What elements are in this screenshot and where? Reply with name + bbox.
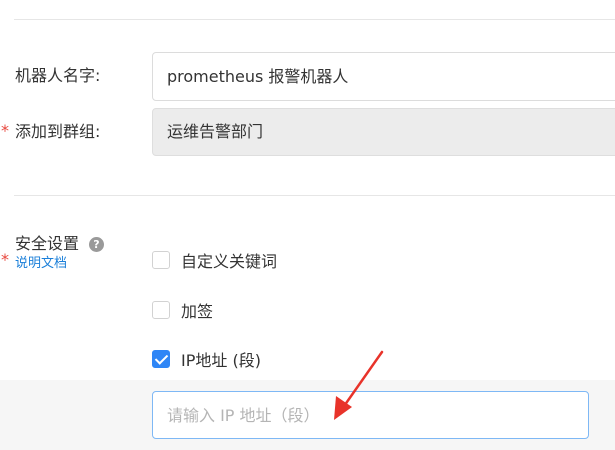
robot-name-input[interactable]: prometheus 报警机器人 (152, 52, 615, 101)
robot-settings-page: 机器人名字: prometheus 报警机器人 * 添加到群组: 运维告警部门 … (0, 0, 615, 450)
security-settings-label: 安全设置 (15, 234, 80, 253)
option-label: IP地址 (段) (181, 351, 261, 370)
option-ip-address[interactable]: IP地址 (段) (152, 348, 261, 370)
option-label: 加签 (181, 302, 214, 321)
checkbox[interactable] (152, 301, 170, 319)
option-label: 自定义关键词 (181, 252, 278, 271)
doc-link[interactable]: 说明文档 (15, 256, 67, 272)
section-divider (14, 195, 615, 196)
group-label: 添加到群组: (15, 122, 101, 141)
checkbox[interactable] (152, 251, 170, 269)
robot-name-label: 机器人名字: (15, 66, 101, 85)
option-custom-keywords[interactable]: 自定义关键词 (152, 249, 277, 271)
group-input: 运维告警部门 (152, 108, 615, 156)
top-divider (14, 19, 615, 20)
option-signature[interactable]: 加签 (152, 299, 213, 321)
help-icon[interactable]: ? (89, 237, 104, 252)
required-star: * (1, 250, 9, 269)
checkbox-checked[interactable] (152, 350, 170, 368)
ip-address-input[interactable] (152, 391, 589, 439)
required-star: * (1, 121, 9, 140)
